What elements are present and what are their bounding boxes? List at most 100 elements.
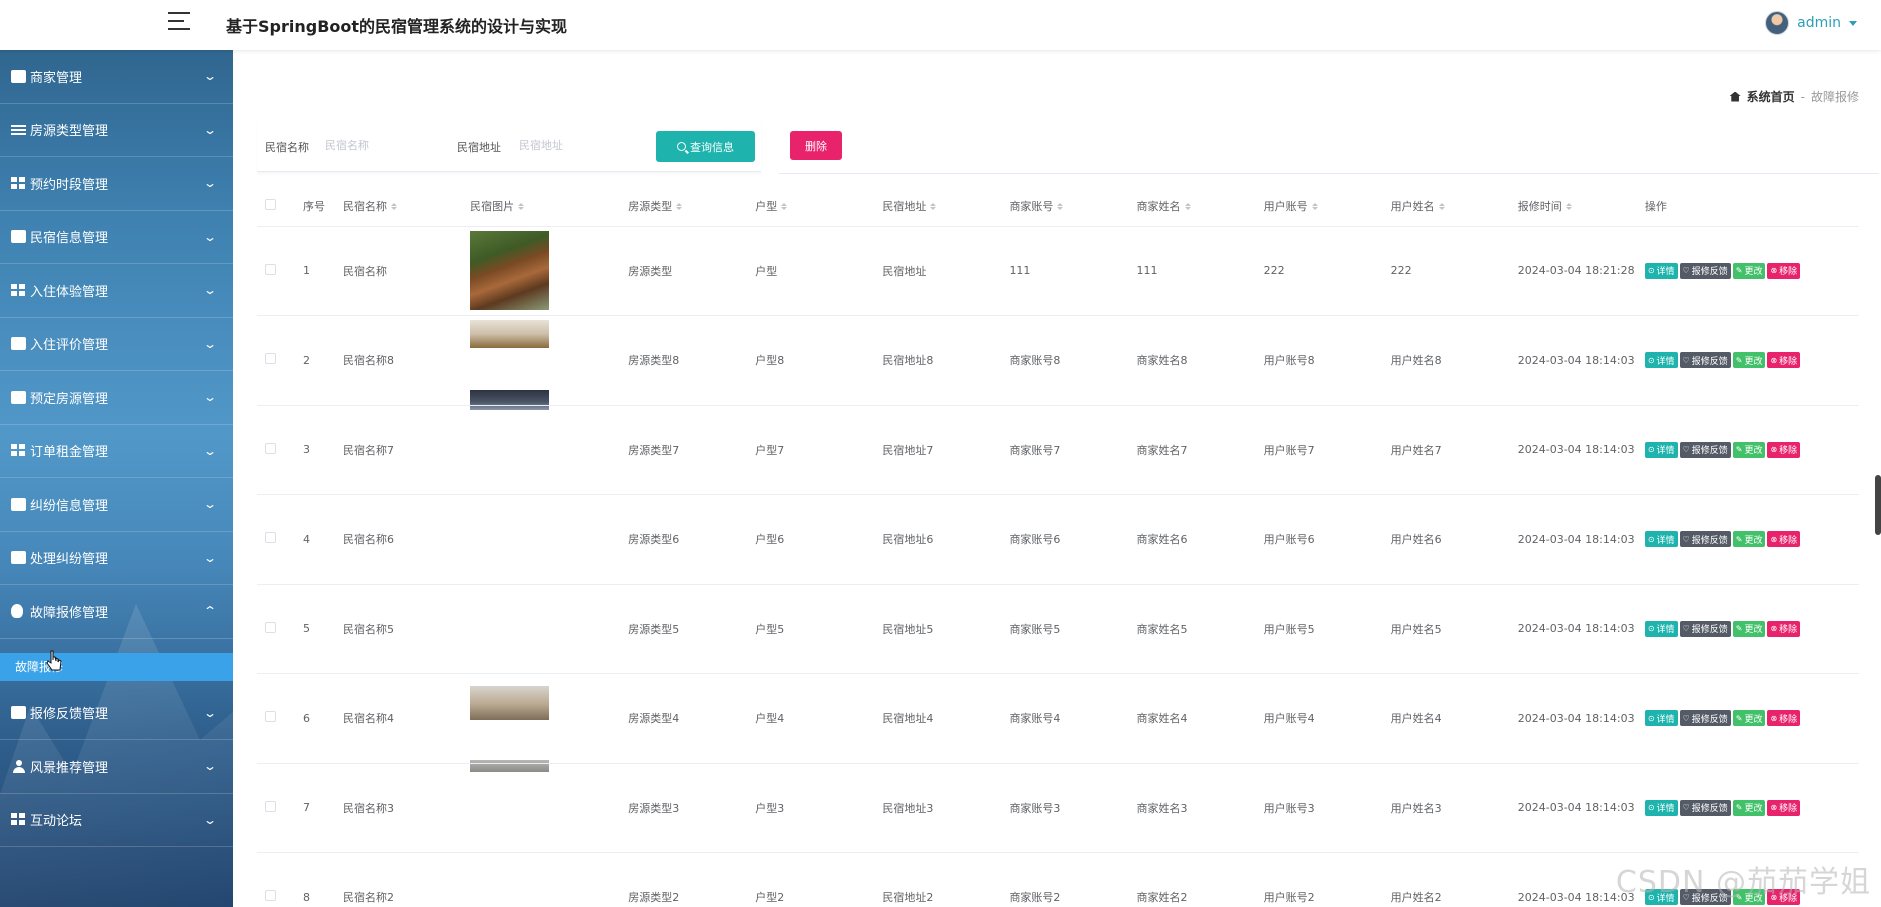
row-checkbox[interactable]: [265, 621, 276, 633]
remove-button[interactable]: ⊗ 移除: [1767, 352, 1801, 369]
menu-toggle-icon[interactable]: [168, 12, 190, 32]
sort-icon[interactable]: [1057, 203, 1063, 210]
cell-merchant-account: 商家账号3: [1009, 763, 1137, 853]
edit-button[interactable]: ✎ 更改: [1732, 441, 1766, 458]
homestay-thumbnail[interactable]: [470, 686, 550, 721]
remove-button[interactable]: ⊗ 移除: [1767, 441, 1801, 458]
row-checkbox[interactable]: [265, 532, 276, 544]
row-select-cell: [257, 673, 304, 764]
remove-button[interactable]: ⊗ 移除: [1767, 620, 1801, 637]
remove-button-label: 移除: [1779, 625, 1798, 636]
repair-feedback-button[interactable]: ♡ 报修反馈: [1679, 620, 1731, 637]
sidebar-item-1[interactable]: 房源类型管理 ⌄: [0, 104, 233, 157]
remove-button[interactable]: ⊗ 移除: [1767, 710, 1801, 727]
row-checkbox[interactable]: [265, 890, 276, 902]
repair-feedback-button[interactable]: ♡ 报修反馈: [1679, 352, 1731, 369]
sort-icon[interactable]: [781, 203, 787, 210]
sort-icon[interactable]: [1566, 203, 1572, 210]
edit-button[interactable]: ✎ 更改: [1732, 352, 1766, 369]
repair-feedback-button[interactable]: ♡ 报修反馈: [1679, 710, 1731, 727]
column-header[interactable]: 序号: [303, 186, 344, 227]
detail-button[interactable]: ⊙ 详情: [1644, 620, 1678, 637]
sort-icon[interactable]: [930, 203, 936, 210]
sort-icon[interactable]: [1439, 203, 1445, 210]
remove-button[interactable]: ⊗ 移除: [1767, 799, 1801, 816]
repair-feedback-button[interactable]: ♡ 报修反馈: [1679, 441, 1731, 458]
column-header[interactable]: 民宿图片: [470, 186, 629, 227]
column-header[interactable]: 报修时间: [1517, 186, 1645, 227]
row-checkbox[interactable]: [265, 442, 276, 454]
scrollbar-thumb[interactable]: [1875, 475, 1881, 535]
edit-button-label: 更改: [1744, 804, 1763, 815]
edit-button[interactable]: ✎ 更改: [1732, 262, 1766, 279]
submenu-item-active[interactable]: 故障报修: [0, 652, 233, 681]
name-search-input[interactable]: [325, 131, 445, 159]
user-menu[interactable]: admin: [1765, 11, 1857, 35]
edit-icon: ✎: [1735, 445, 1743, 455]
sort-icon[interactable]: [518, 203, 524, 210]
repair-feedback-button[interactable]: ♡ 报修反馈: [1679, 799, 1731, 816]
repair-feedback-button[interactable]: ♡ 报修反馈: [1679, 531, 1731, 548]
cell-time: 2024-03-04 18:14:03: [1517, 494, 1645, 585]
sidebar-item-12[interactable]: 风景推荐管理 ⌄: [0, 740, 233, 794]
sidebar-item-5[interactable]: 入住评价管理 ⌄: [0, 318, 233, 371]
detail-button[interactable]: ⊙ 详情: [1644, 799, 1678, 816]
book-icon: [11, 551, 26, 565]
column-header[interactable]: 用户账号: [1263, 186, 1391, 227]
delete-button[interactable]: 删除: [790, 131, 842, 160]
row-checkbox[interactable]: [265, 353, 276, 365]
detail-button[interactable]: ⊙ 详情: [1644, 531, 1678, 548]
column-header[interactable]: 户型: [755, 186, 883, 227]
sort-icon[interactable]: [391, 203, 397, 210]
edit-button[interactable]: ✎ 更改: [1732, 799, 1766, 816]
repair-feedback-button-label: 报修反馈: [1691, 356, 1728, 367]
sort-icon[interactable]: [1312, 203, 1318, 210]
edit-button[interactable]: ✎ 更改: [1732, 620, 1766, 637]
detail-button[interactable]: ⊙ 详情: [1644, 441, 1678, 458]
sidebar-item-8[interactable]: 纠纷信息管理 ⌄: [0, 478, 233, 532]
remove-button[interactable]: ⊗ 移除: [1767, 262, 1801, 279]
homestay-thumbnail[interactable]: [470, 389, 550, 410]
edit-button[interactable]: ✎ 更改: [1732, 710, 1766, 727]
detail-button[interactable]: ⊙ 详情: [1644, 262, 1678, 279]
sidebar-item-11[interactable]: 报修反馈管理 ⌄: [0, 687, 233, 740]
repair-feedback-button[interactable]: ♡ 报修反馈: [1679, 262, 1731, 279]
breadcrumb-home[interactable]: 系统首页: [1747, 88, 1795, 105]
homestay-thumbnail[interactable]: [470, 320, 550, 349]
select-all-checkbox[interactable]: [265, 198, 276, 210]
cell-layout: 户型6: [755, 494, 883, 585]
sidebar-item-3[interactable]: 民宿信息管理 ⌄: [0, 211, 233, 264]
detail-button[interactable]: ⊙ 详情: [1644, 352, 1678, 369]
cell-address: 民宿地址: [882, 226, 1010, 316]
sidebar-item-2[interactable]: 预约时段管理 ⌄: [0, 157, 233, 211]
sidebar-item-4[interactable]: 入住体验管理 ⌄: [0, 264, 233, 318]
column-header[interactable]: 民宿地址: [882, 186, 1010, 227]
row-checkbox[interactable]: [265, 263, 276, 275]
homestay-thumbnail[interactable]: [470, 759, 550, 772]
edit-button[interactable]: ✎ 更改: [1732, 531, 1766, 548]
cell-user-account: 用户账号2: [1263, 852, 1391, 907]
sidebar-item-13[interactable]: 互动论坛 ⌄: [0, 794, 233, 847]
detail-button[interactable]: ⊙ 详情: [1644, 710, 1678, 727]
sort-icon[interactable]: [1185, 203, 1191, 210]
remove-button[interactable]: ⊗ 移除: [1767, 531, 1801, 548]
column-header[interactable]: 商家姓名: [1136, 186, 1264, 227]
column-header[interactable]: 商家账号: [1009, 186, 1137, 227]
sidebar-item-9[interactable]: 处理纠纷管理 ⌄: [0, 532, 233, 585]
sidebar-item-7[interactable]: 订单租金管理 ⌄: [0, 425, 233, 478]
address-search-input[interactable]: [519, 131, 639, 159]
homestay-thumbnail[interactable]: [470, 231, 550, 311]
avatar: [1765, 11, 1790, 35]
column-header[interactable]: 民宿名称: [343, 186, 471, 227]
search-icon: [677, 142, 686, 151]
column-header[interactable]: 房源类型: [628, 186, 756, 227]
sidebar-item-10[interactable]: 故障报修管理 ⌃: [0, 585, 233, 639]
search-button[interactable]: 查询信息: [656, 131, 755, 162]
sidebar-item-6[interactable]: 预定房源管理 ⌄: [0, 371, 233, 425]
sort-icon[interactable]: [676, 203, 682, 210]
sidebar-item-0[interactable]: 商家管理 ⌄: [0, 50, 233, 104]
row-checkbox[interactable]: [265, 800, 276, 812]
column-header[interactable]: 用户姓名: [1390, 186, 1518, 227]
row-checkbox[interactable]: [265, 711, 276, 723]
cell-time: 2024-03-04 18:14:03: [1517, 673, 1645, 764]
